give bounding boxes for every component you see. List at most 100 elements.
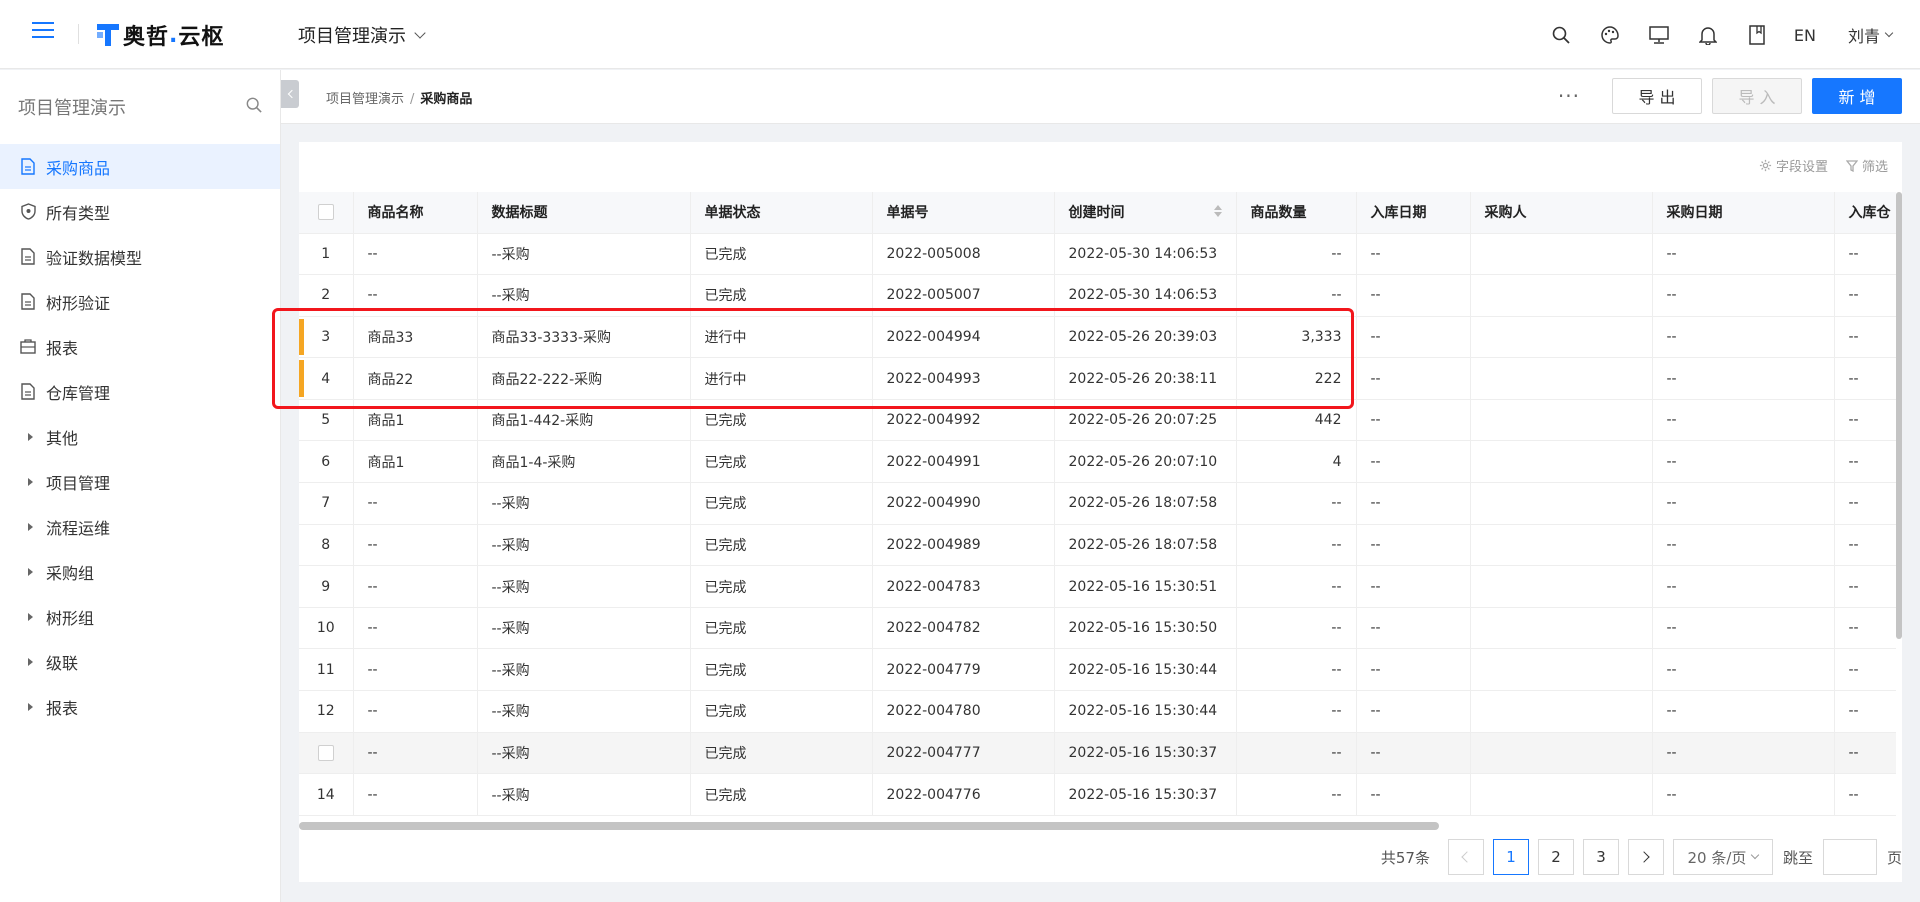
collapse-sidebar-icon[interactable] [281, 80, 299, 108]
user-name: 刘青 [1847, 27, 1880, 46]
table-row[interactable]: -- --采购 已完成 2022-004777 2022-05-16 15:30:37-… [299, 732, 1896, 775]
palette-icon[interactable] [1586, 20, 1635, 50]
export-button[interactable]: 导 出 [1612, 78, 1702, 114]
jump-label: 跳至 [1782, 848, 1813, 867]
table-row[interactable]: 6 商品1 商品1-4-采购 已完成 2022-004991 2022-05-26 20:… [299, 440, 1896, 484]
filter-button[interactable]: 筛选 [1845, 156, 1888, 175]
column-header[interactable]: 数据标题 [477, 192, 691, 234]
page-size-select[interactable]: 20 条/页 [1672, 839, 1773, 875]
page-button-2[interactable]: 2 [1537, 839, 1574, 875]
cell-status: 已完成 [690, 482, 873, 525]
column-header[interactable]: 商品名称 [353, 192, 478, 234]
row-checkbox[interactable] [299, 732, 354, 775]
sidebar-item-validate-model[interactable]: 验证数据模型 [0, 234, 280, 279]
search-icon[interactable] [246, 97, 262, 118]
hamburger-menu-icon[interactable] [32, 22, 54, 44]
sidebar-group-tree[interactable]: 树形组 [0, 594, 280, 639]
user-menu[interactable]: 刘青 [1847, 23, 1894, 47]
column-header[interactable]: 商品数量 [1236, 192, 1357, 234]
page-button-3[interactable]: 3 [1582, 839, 1619, 875]
table-row[interactable]: 12 -- --采购 已完成 2022-004780 2022-05-16 15:30:4… [299, 690, 1896, 733]
next-page-button[interactable] [1627, 839, 1664, 875]
sidebar-group-project[interactable]: 项目管理 [0, 459, 280, 504]
sidebar-group-report[interactable]: 报表 [0, 684, 280, 729]
cell-status: 已完成 [690, 524, 873, 567]
table-row[interactable]: 4 商品22 商品22-222-采购 进行中 2022-004993 2022-05-26… [299, 357, 1896, 400]
table-row[interactable]: 9 -- --采购 已完成 2022-004783 2022-05-16 15:30:51… [299, 565, 1896, 608]
row-index[interactable]: 12 [299, 690, 354, 733]
column-header[interactable]: 入库仓 [1834, 192, 1896, 234]
monitor-icon[interactable] [1635, 20, 1684, 50]
project-switcher[interactable]: 项目管理演示 [298, 22, 426, 48]
column-header[interactable]: 单据状态 [690, 192, 873, 234]
sidebar-item-purchase-goods[interactable]: 采购商品 [0, 144, 280, 189]
sort-icon[interactable] [1213, 205, 1222, 218]
sidebar-group-label: 报表 [46, 698, 79, 718]
import-button[interactable]: 导 入 [1712, 78, 1802, 114]
jump-page-input[interactable] [1822, 839, 1877, 875]
row-index[interactable]: 9 [299, 565, 354, 608]
row-index[interactable]: 14 [299, 773, 354, 816]
table-row[interactable]: 7 -- --采购 已完成 2022-004990 2022-05-26 18:07:58… [299, 482, 1896, 525]
cell-warehouse: -- [1834, 274, 1896, 317]
cell-warehouse: -- [1834, 565, 1896, 608]
column-header[interactable]: 单据号 [872, 192, 1055, 234]
row-index[interactable]: 11 [299, 648, 354, 692]
cell-in-date: -- [1356, 357, 1471, 400]
cell-name: -- [353, 732, 478, 775]
sidebar-group-purchase[interactable]: 采购组 [0, 549, 280, 594]
cell-qty: -- [1236, 565, 1357, 608]
brand-main: 奥哲 [123, 25, 170, 50]
vertical-scrollbar[interactable] [1896, 192, 1902, 822]
cell-name: -- [353, 565, 478, 608]
column-header[interactable]: 入库日期 [1356, 192, 1471, 234]
row-index[interactable]: 8 [299, 524, 354, 567]
sidebar-item-report[interactable]: 报表 [0, 324, 280, 369]
horizontal-scrollbar[interactable] [299, 822, 1896, 830]
page-button-1[interactable]: 1 [1492, 839, 1529, 875]
column-header[interactable]: 采购人 [1470, 192, 1653, 234]
row-index[interactable]: 5 [299, 399, 354, 442]
bell-icon[interactable] [1684, 20, 1733, 50]
cell-in-date: -- [1356, 690, 1471, 733]
row-index[interactable]: 6 [299, 440, 354, 484]
caret-right-icon [28, 567, 33, 576]
brand-logo[interactable]: 奥哲. 云枢 [97, 20, 224, 50]
table-row[interactable]: 8 -- --采购 已完成 2022-004989 2022-05-26 18:07:58… [299, 524, 1896, 567]
row-index[interactable]: 2 [299, 274, 354, 317]
bookmark-icon[interactable] [1733, 20, 1782, 50]
column-header-label: 创建时间 [1068, 205, 1125, 222]
sidebar-group-workflow[interactable]: 流程运维 [0, 504, 280, 549]
row-index[interactable]: 7 [299, 482, 354, 525]
select-all-checkbox[interactable] [299, 192, 354, 234]
row-index[interactable]: 4 [299, 357, 354, 400]
table-row[interactable]: 10 -- --采购 已完成 2022-004782 2022-05-16 15:30:5… [299, 607, 1896, 650]
checkbox[interactable] [317, 744, 334, 761]
sidebar-item-label: 验证数据模型 [46, 248, 143, 268]
sidebar-group-other[interactable]: 其他 [0, 414, 280, 459]
table-row[interactable]: 11 -- --采购 已完成 2022-004779 2022-05-16 15:30:4… [299, 648, 1896, 692]
row-index[interactable]: 3 [299, 316, 354, 359]
table-row[interactable]: 3 商品33 商品33-3333-采购 进行中 2022-004994 2022-05-2… [299, 316, 1896, 359]
field-settings-button[interactable]: 字段设置 [1759, 156, 1828, 175]
sidebar-item-tree-validate[interactable]: 树形验证 [0, 279, 280, 324]
cell-name: 商品1 [353, 440, 478, 484]
row-index[interactable]: 1 [299, 233, 354, 276]
sidebar-group-cascade[interactable]: 级联 [0, 639, 280, 684]
column-header-sortable[interactable]: 创建时间 [1054, 192, 1237, 234]
table-row[interactable]: 5 商品1 商品1-442-采购 已完成 2022-004992 2022-05-26 2… [299, 399, 1896, 442]
language-toggle[interactable]: EN [1794, 26, 1816, 45]
breadcrumb-parent[interactable]: 项目管理演示 [326, 92, 404, 107]
table-row[interactable]: 14 -- --采购 已完成 2022-004776 2022-05-16 15:30:3… [299, 773, 1896, 816]
search-icon[interactable] [1537, 20, 1586, 50]
column-header[interactable]: 采购日期 [1652, 192, 1835, 234]
row-index[interactable]: 10 [299, 607, 354, 650]
sidebar-item-label: 报表 [46, 338, 79, 358]
sidebar-item-warehouse[interactable]: 仓库管理 [0, 369, 280, 414]
table-row[interactable]: 1 -- --采购 已完成 2022-005008 2022-05-30 14:06:53… [299, 233, 1896, 276]
sidebar-item-all-types[interactable]: 所有类型 [0, 189, 280, 234]
add-button[interactable]: 新 增 [1812, 78, 1902, 114]
prev-page-button[interactable] [1447, 839, 1484, 875]
more-actions-icon[interactable]: ··· [1558, 84, 1580, 108]
table-row[interactable]: 2 -- --采购 已完成 2022-005007 2022-05-30 14:06:53… [299, 274, 1896, 317]
